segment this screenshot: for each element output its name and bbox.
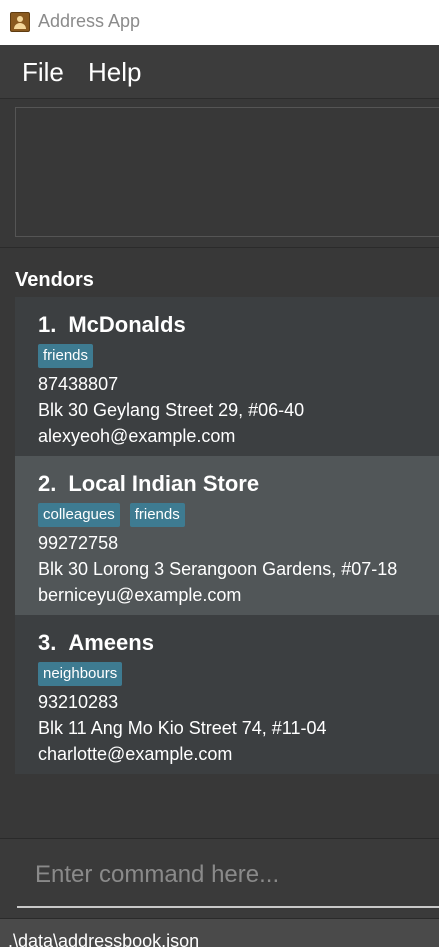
app-window: Address App File Help Vendors 1. McDonald… bbox=[0, 0, 439, 947]
vendor-list-panel: Vendors 1. McDonalds friends 87438807 Blk… bbox=[0, 250, 439, 838]
result-display[interactable] bbox=[15, 107, 439, 237]
vendor-email: charlotte@example.com bbox=[38, 744, 233, 764]
vendor-index: 3. bbox=[38, 630, 57, 655]
address-book-icon bbox=[10, 12, 30, 32]
menu-file[interactable]: File bbox=[22, 57, 64, 88]
tag-list: friends bbox=[38, 344, 94, 368]
vendor-card[interactable]: 3. Ameens neighbours 93210283 Blk 11 Ang … bbox=[15, 615, 439, 774]
menu-help[interactable]: Help bbox=[88, 57, 141, 88]
menu-bar: File Help bbox=[0, 45, 439, 99]
vendor-name-line: 3. Ameens bbox=[38, 630, 154, 656]
tag: neighbours bbox=[38, 662, 123, 686]
vendor-index: 2. bbox=[38, 471, 57, 496]
vendor-email: berniceyu@example.com bbox=[38, 585, 242, 605]
vendor-phone: 99272758 bbox=[38, 533, 119, 553]
list-header: Vendors bbox=[15, 269, 94, 291]
tag: friends bbox=[129, 503, 185, 527]
window-title: Address App bbox=[38, 11, 141, 31]
result-display-panel bbox=[0, 99, 439, 248]
file-path: .\data\addressbook.json bbox=[8, 931, 200, 947]
command-input[interactable] bbox=[17, 844, 439, 908]
vendor-index: 1. bbox=[38, 312, 57, 337]
vendor-email: alexyeoh@example.com bbox=[38, 426, 236, 446]
vendor-card[interactable]: 1. McDonalds friends 87438807 Blk 30 Geyl… bbox=[15, 297, 439, 456]
vendor-name-line: 2. Local Indian Store bbox=[38, 471, 259, 497]
tag: friends bbox=[38, 344, 94, 368]
vendor-name: Ameens bbox=[68, 630, 154, 655]
title-bar: Address App bbox=[0, 0, 439, 45]
vendor-address: Blk 11 Ang Mo Kio Street 74, #11-04 bbox=[38, 718, 327, 738]
command-panel bbox=[0, 838, 439, 919]
vendor-card[interactable]: 2. Local Indian Store colleagues friends … bbox=[15, 456, 439, 615]
vendor-phone: 87438807 bbox=[38, 374, 119, 394]
vendor-address: Blk 30 Geylang Street 29, #06-40 bbox=[38, 400, 305, 420]
tag-list: neighbours bbox=[38, 662, 123, 686]
tag: colleagues bbox=[38, 503, 120, 527]
vendor-name: McDonalds bbox=[68, 312, 186, 337]
tag-list: colleagues friends bbox=[38, 503, 185, 527]
vendor-name-line: 1. McDonalds bbox=[38, 312, 186, 338]
vendor-address: Blk 30 Lorong 3 Serangoon Gardens, #07-1… bbox=[38, 559, 398, 579]
vendor-name: Local Indian Store bbox=[68, 471, 260, 496]
status-bar: .\data\addressbook.json bbox=[0, 918, 439, 947]
vendor-phone: 93210283 bbox=[38, 692, 119, 712]
